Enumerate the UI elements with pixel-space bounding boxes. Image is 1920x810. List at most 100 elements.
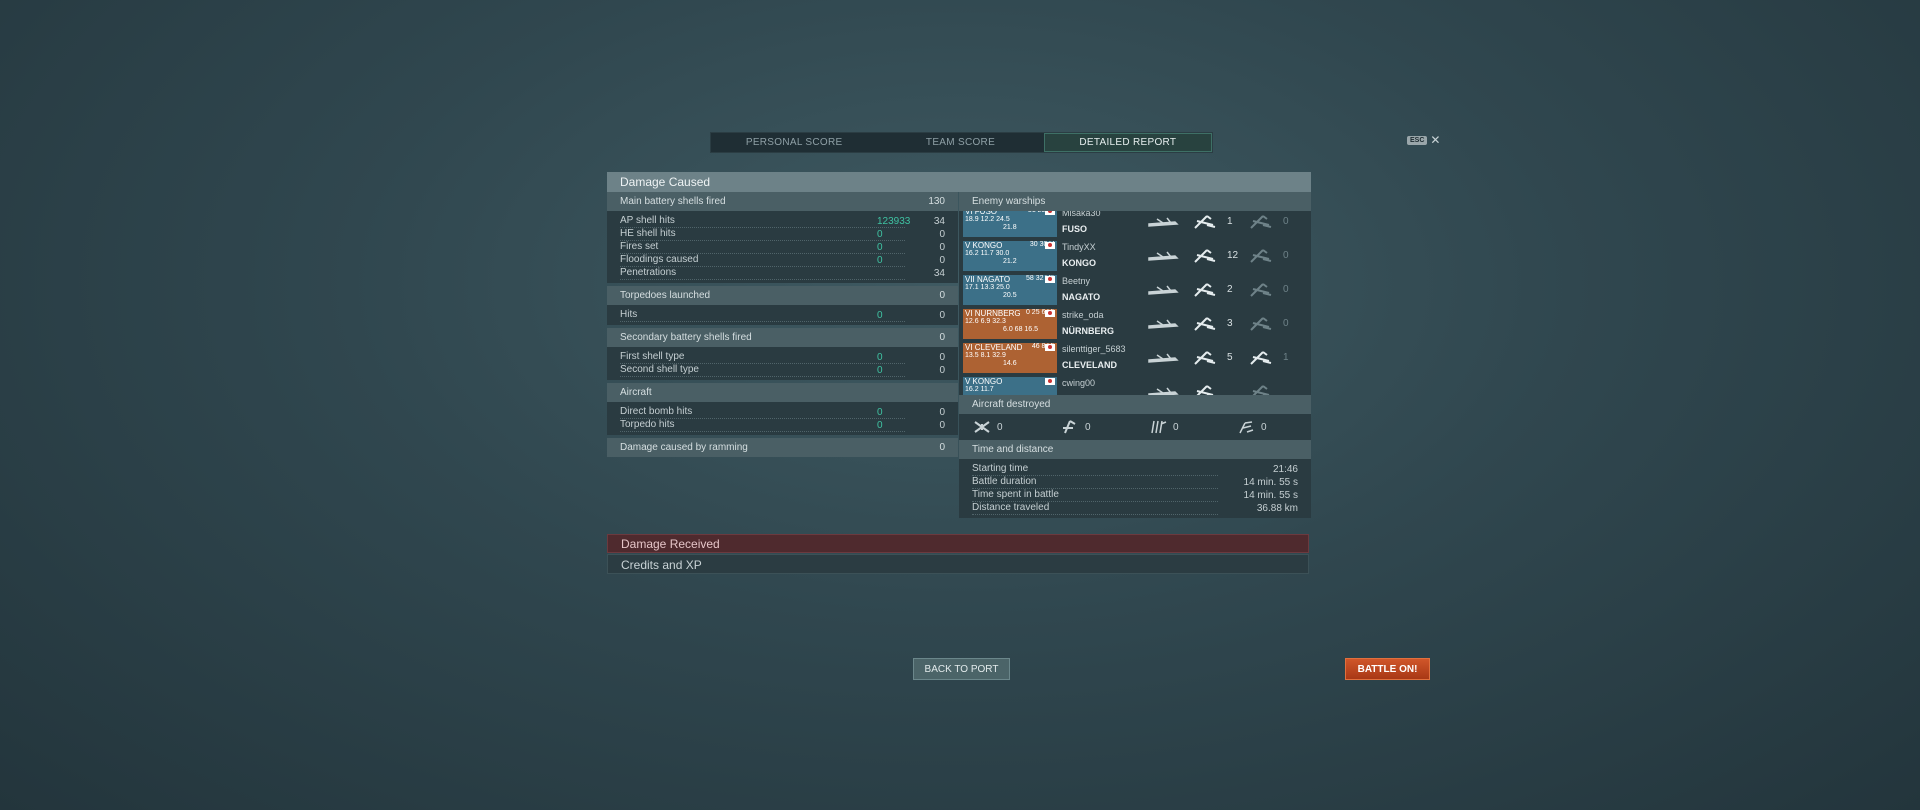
torpedoes-header: Torpedoes launched 0: [607, 286, 958, 305]
ship-card-stats: 13.5 8.1 32.9: [965, 352, 1006, 359]
dive-bomber-icon: [1151, 420, 1167, 434]
player-name: TindyXX: [1062, 242, 1096, 252]
stat-row: Penetrations 34: [607, 267, 958, 280]
torpedo-icon: [1247, 317, 1279, 331]
stat-label: Fires set: [620, 241, 905, 254]
ship-card: VII NAGATO 17.1 13.3 25.0 20.5 58 32 VII: [963, 275, 1057, 305]
back-to-port-button[interactable]: BACK TO PORT: [913, 658, 1010, 680]
ship-name: NAGATO: [1062, 292, 1101, 302]
stat-damage: 0: [877, 254, 883, 266]
ramming-value: 0: [939, 442, 945, 453]
stat-label: First shell type: [620, 351, 905, 364]
player-name: silenttiger_5683: [1062, 344, 1126, 354]
stat-row: HE shell hits 0 0: [607, 228, 958, 241]
enemy-ship-row[interactable]: V KONGO 16.2 11.7 cwing00: [959, 375, 1311, 395]
ship-card-name: V KONGO: [965, 377, 1003, 386]
stat-value: 34: [933, 267, 945, 279]
time-distance-label: Time and distance: [972, 444, 1054, 455]
main-battery-header: Main battery shells fired 130: [607, 192, 958, 211]
ship-card-stats-secondary: 21.8: [1003, 224, 1017, 231]
fighter-count: 0: [973, 420, 1003, 434]
destroyed-count: 1: [1283, 352, 1289, 363]
main-battery-rows: AP shell hits 123933 34 HE shell hits 0 0 Fi…: [607, 211, 958, 283]
enemy-ship-row[interactable]: VII NAGATO 17.1 13.3 25.0 20.5 58 32 VII Bee…: [959, 273, 1311, 307]
stat-label: Floodings caused: [620, 254, 905, 267]
close-icon[interactable]: ✕: [1430, 134, 1440, 146]
tab-team-score[interactable]: TEAM SCORE: [877, 133, 1043, 152]
stat-label: Direct bomb hits: [620, 406, 905, 419]
stat-row: Time spent in battle 14 min. 55 s: [959, 489, 1311, 502]
ship-card-stats-secondary: 14.6: [1003, 360, 1017, 367]
fighter-count-value: 0: [997, 421, 1003, 433]
destroyed-count: 0: [1283, 318, 1289, 329]
ship-silhouette-icon: [1147, 317, 1179, 331]
stat-damage: 0: [877, 419, 883, 431]
dive-bomber-count-value: 0: [1173, 421, 1179, 433]
damage-caused-header[interactable]: Damage Caused: [607, 172, 1311, 192]
nation-flag-icon: [1045, 276, 1055, 283]
stat-row: First shell type 0 0: [607, 351, 958, 364]
credits-xp-section[interactable]: Credits and XP: [607, 554, 1309, 574]
destroyed-count: 0: [1283, 216, 1289, 227]
enemy-warships-label: Enemy warships: [972, 196, 1046, 207]
time-distance-header: Time and distance: [959, 440, 1311, 459]
aircraft-label: Aircraft: [620, 387, 652, 398]
ship-card-name: VII NAGATO: [965, 275, 1011, 284]
stat-row: Floodings caused 0 0: [607, 254, 958, 267]
enemy-ship-row[interactable]: VI NURNBERG 12.6 6.9 32.3 6.0 68 16.5 0 25 …: [959, 307, 1311, 341]
player-name: Misaka30: [1062, 211, 1101, 218]
stat-damage: 123933: [877, 215, 911, 227]
stat-label: Penetrations: [620, 267, 905, 280]
aircraft-destroyed-header: Aircraft destroyed: [959, 395, 1311, 414]
torpedoes-label: Torpedoes launched: [620, 290, 711, 301]
enemy-ship-row[interactable]: V KONGO 16.2 11.7 30.0 21.2 30 30 V TindyXX K…: [959, 239, 1311, 273]
stat-label: Starting time: [972, 463, 1218, 476]
stat-label: Distance traveled: [972, 502, 1218, 515]
hits-count: 5: [1227, 352, 1233, 363]
destroyed-count: 0: [1283, 250, 1289, 261]
torpedoes-rows: Hits 0 0: [607, 305, 958, 325]
main-battery-icon: [1191, 317, 1223, 331]
stat-label: Hits: [620, 309, 905, 322]
ship-silhouette-icon: [1147, 283, 1179, 297]
secondary-label: Secondary battery shells fired: [620, 332, 752, 343]
secondary-header: Secondary battery shells fired 0: [607, 328, 958, 347]
torpedoes-value: 0: [939, 290, 945, 301]
battle-on-button[interactable]: BATTLE ON!: [1345, 658, 1430, 680]
hits-count: 3: [1227, 318, 1233, 329]
dive-bomber-count: 0: [1149, 420, 1179, 434]
enemy-ship-row[interactable]: VI CLEVELAND 13.5 8.1 32.9 14.6 46 8 VI sile…: [959, 341, 1311, 375]
enemy-ships-list[interactable]: VI FUSO18.9 12.2 24.521.831 29 VI Misaka3…: [959, 211, 1311, 395]
player-name: cwing00: [1062, 378, 1096, 388]
aircraft-destroyed-label: Aircraft destroyed: [972, 399, 1051, 410]
stat-damage: 0: [877, 228, 883, 240]
stat-row: Fires set 0 0: [607, 241, 958, 254]
player-name: Beetny: [1062, 276, 1091, 286]
torpedo-icon: [1247, 385, 1279, 395]
nation-flag-icon: [1045, 344, 1055, 351]
player-name: strike_oda: [1062, 310, 1104, 320]
aircraft-rows: Direct bomb hits 0 0 Torpedo hits 0 0: [607, 402, 958, 435]
stat-damage: 0: [877, 364, 883, 376]
damage-caused-panel: Damage Caused Main battery shells fired …: [607, 172, 1311, 518]
ship-card: VI FUSO18.9 12.2 24.521.831 29 VI: [963, 211, 1057, 237]
tab-personal-score[interactable]: PERSONAL SCORE: [711, 133, 877, 152]
tab-detailed-report[interactable]: DETAILED REPORT: [1043, 133, 1212, 152]
time-distance-rows: Starting time 21:46 Battle duration 14 min…: [959, 459, 1311, 518]
enemy-ship-row[interactable]: VI FUSO18.9 12.2 24.521.831 29 VI Misaka3…: [959, 211, 1311, 239]
stat-value: 14 min. 55 s: [1243, 476, 1298, 488]
ship-card-name: VI NURNBERG: [965, 309, 1021, 318]
torpedo-bomber-icon: [1063, 420, 1076, 434]
close-button[interactable]: ESC ✕: [1407, 134, 1440, 146]
stat-row: Hits 0 0: [607, 309, 958, 322]
ramming-label: Damage caused by ramming: [620, 442, 748, 453]
ship-card-stats: 18.9 12.2 24.5: [965, 216, 1010, 223]
enemy-column: Enemy warships VI FUSO 18.9 12.2 24.5 21.8…: [959, 192, 1311, 518]
ship-card-stats-secondary: 6.0 68 16.5: [1003, 326, 1039, 333]
ship-card-stats: 17.1 13.3 25.0: [965, 284, 1010, 291]
stat-row: Distance traveled 36.88 km: [959, 502, 1311, 515]
damage-received-section[interactable]: Damage Received: [607, 534, 1309, 553]
stat-damage: 0: [877, 351, 883, 363]
stat-row: Torpedo hits 0 0: [607, 419, 958, 432]
torpedo-icon: [1247, 249, 1279, 263]
